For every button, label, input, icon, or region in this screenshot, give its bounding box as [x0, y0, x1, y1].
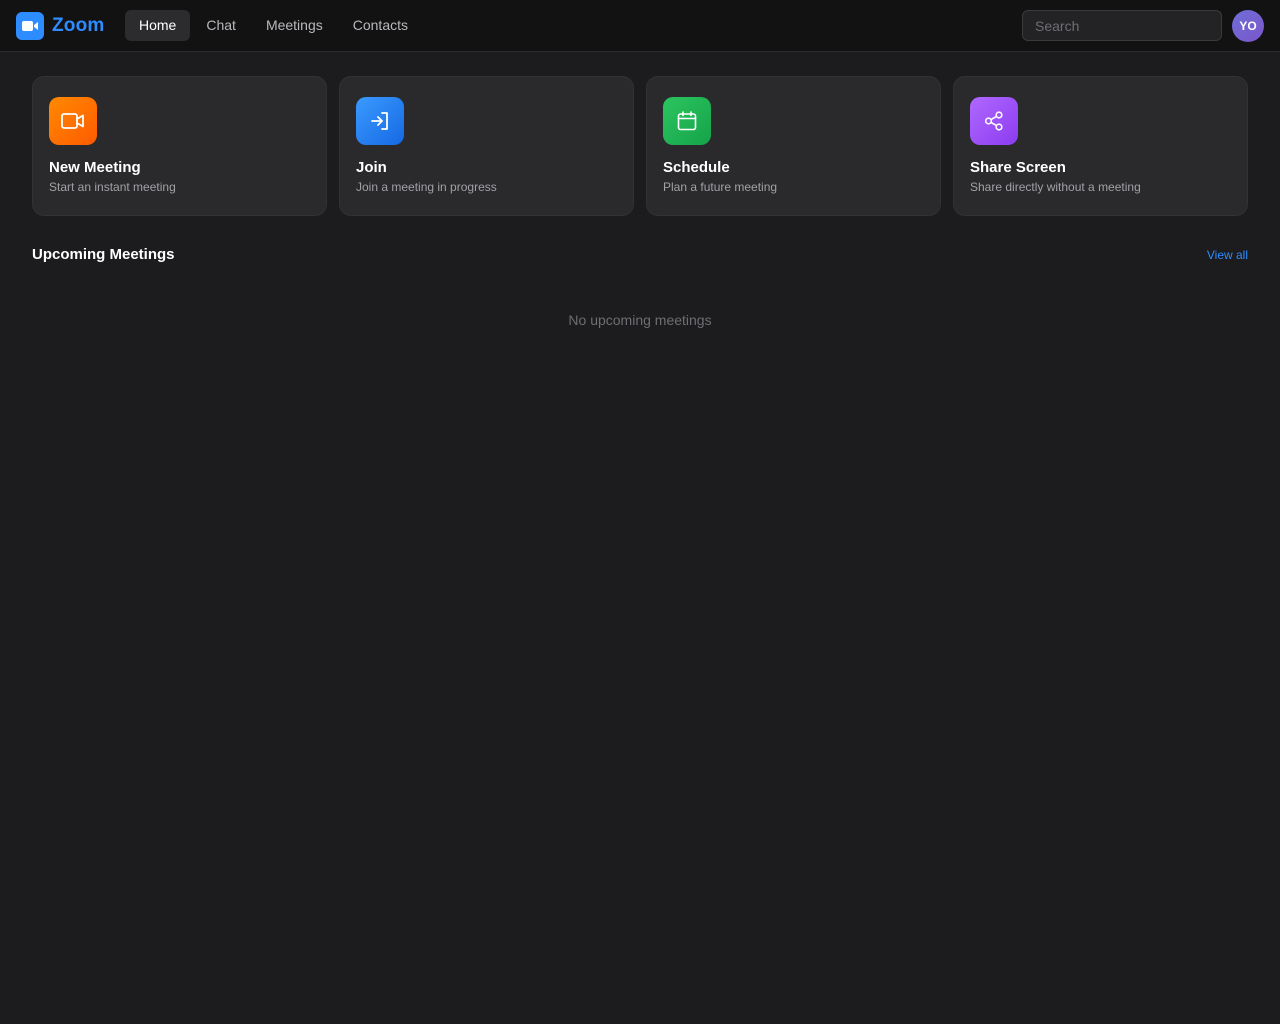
avatar[interactable]: YO — [1232, 10, 1264, 42]
card-subtitle: Join a meeting in progress — [356, 180, 497, 194]
quick-actions: New Meeting Start an instant meeting Joi… — [32, 76, 1248, 216]
card-title: Schedule — [663, 159, 730, 176]
video-camera-icon — [49, 97, 97, 145]
app-name: Zoom — [52, 15, 105, 36]
new-meeting-card[interactable]: New Meeting Start an instant meeting — [32, 76, 327, 216]
card-title: Share Screen — [970, 159, 1066, 176]
view-all-link[interactable]: View all — [1207, 248, 1248, 262]
card-subtitle: Plan a future meeting — [663, 180, 778, 194]
empty-state-text: No upcoming meetings — [568, 312, 712, 328]
tab-home[interactable]: Home — [125, 10, 191, 41]
share-screen-card[interactable]: Share Screen Share directly without a me… — [953, 76, 1248, 216]
sign-in-icon — [356, 97, 404, 145]
tab-chat[interactable]: Chat — [192, 10, 250, 41]
top-bar: Zoom Home Chat Meetings Contacts YO — [0, 0, 1280, 52]
join-card[interactable]: Join Join a meeting in progress — [339, 76, 634, 216]
card-subtitle: Share directly without a meeting — [970, 180, 1141, 194]
card-title: New Meeting — [49, 159, 141, 176]
card-title: Join — [356, 159, 387, 176]
search-input[interactable] — [1022, 10, 1222, 41]
tab-meetings[interactable]: Meetings — [252, 10, 337, 41]
share-icon — [970, 97, 1018, 145]
upcoming-meetings-title: Upcoming Meetings — [32, 246, 175, 263]
calendar-icon — [663, 97, 711, 145]
schedule-card[interactable]: Schedule Plan a future meeting — [646, 76, 941, 216]
tab-contacts[interactable]: Contacts — [339, 10, 422, 41]
brand[interactable]: Zoom — [16, 12, 105, 40]
zoom-logo-icon — [16, 12, 44, 40]
card-subtitle: Start an instant meeting — [49, 180, 176, 194]
main-nav: Home Chat Meetings Contacts — [125, 10, 424, 41]
